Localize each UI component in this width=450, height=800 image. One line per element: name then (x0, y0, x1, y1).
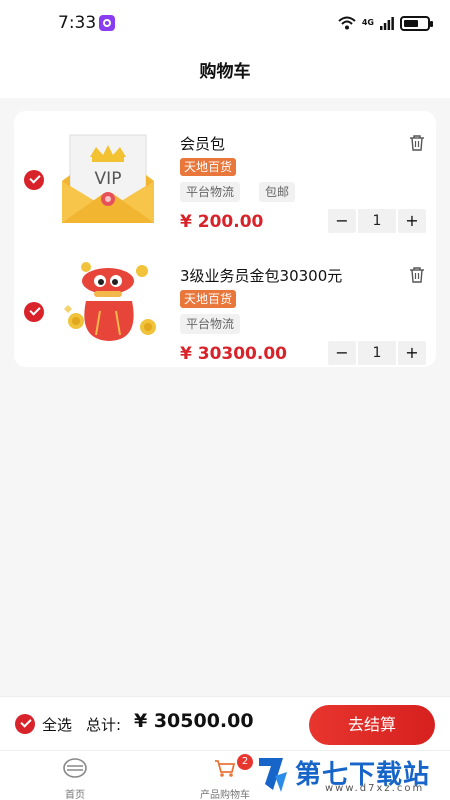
total-value: ¥ 30500.00 (134, 710, 254, 732)
total-label: 总计: (86, 716, 122, 734)
watermark-logo-icon (259, 758, 287, 792)
wifi-icon (338, 16, 356, 30)
store-tag: 天地百货 (180, 290, 237, 308)
decrease-button[interactable]: − (328, 341, 356, 365)
quantity-value[interactable]: 1 (358, 209, 396, 233)
decrease-button[interactable]: − (328, 209, 356, 233)
status-indicators: 4G (338, 14, 433, 32)
quantity-value[interactable]: 1 (358, 341, 396, 365)
cart-item: 3级业务员金包30300元 天地百货 平台物流 ¥ 30300.00 − 1 + (14, 243, 436, 365)
watermark-url: www.d7xz.com (325, 783, 425, 794)
status-time: 7:33 (58, 13, 97, 33)
increase-button[interactable]: + (398, 341, 426, 365)
page-title: 购物车 (199, 62, 251, 82)
home-icon (63, 758, 87, 778)
item-price: ¥ 30300.00 (180, 344, 288, 364)
site-watermark: 第七下载站 www.d7xz.com (255, 752, 445, 796)
item-name: 会员包 (180, 135, 226, 153)
cart-count-badge: 2 (237, 754, 253, 770)
signal-icon (380, 17, 394, 30)
tab-home-label: 首页 (65, 790, 85, 800)
lucky-bag-image (64, 262, 156, 341)
tab-home[interactable]: 首页 (20, 751, 130, 800)
select-all-checkbox[interactable] (15, 714, 35, 734)
item-name: 3级业务员金包30300元 (180, 267, 343, 285)
battery-icon (400, 15, 433, 31)
vip-envelope-image: VIP (62, 134, 154, 223)
trash-icon[interactable] (408, 134, 426, 152)
app-notification-icon (99, 15, 115, 31)
shipping-tag: 平台物流 (180, 314, 241, 334)
status-bar: 7:33 4G (0, 0, 450, 46)
svg-text:VIP: VIP (95, 169, 122, 189)
item-price: ¥ 200.00 (180, 212, 264, 232)
store-tag: 天地百货 (180, 158, 237, 176)
checkout-button[interactable]: 去结算 (309, 705, 435, 745)
item-checkbox[interactable] (24, 170, 44, 190)
network-type: 4G (361, 18, 374, 27)
cart-item: VIP 会员包 天地百货 平台物流 包邮 ¥ 200.00 − 1 + (14, 111, 436, 233)
page-header: 购物车 (0, 46, 450, 98)
increase-button[interactable]: + (398, 209, 426, 233)
quantity-stepper: − 1 + (328, 209, 426, 233)
select-all-label[interactable]: 全选 (42, 714, 72, 735)
cart-icon (215, 760, 236, 777)
shipping-tag: 平台物流 (180, 182, 241, 202)
checkout-bar: 全选 总计: ¥ 30500.00 去结算 (0, 696, 450, 750)
trash-icon[interactable] (408, 266, 426, 284)
quantity-stepper: − 1 + (328, 341, 426, 365)
item-checkbox[interactable] (24, 302, 44, 322)
free-shipping-tag: 包邮 (259, 182, 296, 202)
cart-list: VIP 会员包 天地百货 平台物流 包邮 ¥ 200.00 − 1 + 3级业务… (14, 111, 436, 367)
